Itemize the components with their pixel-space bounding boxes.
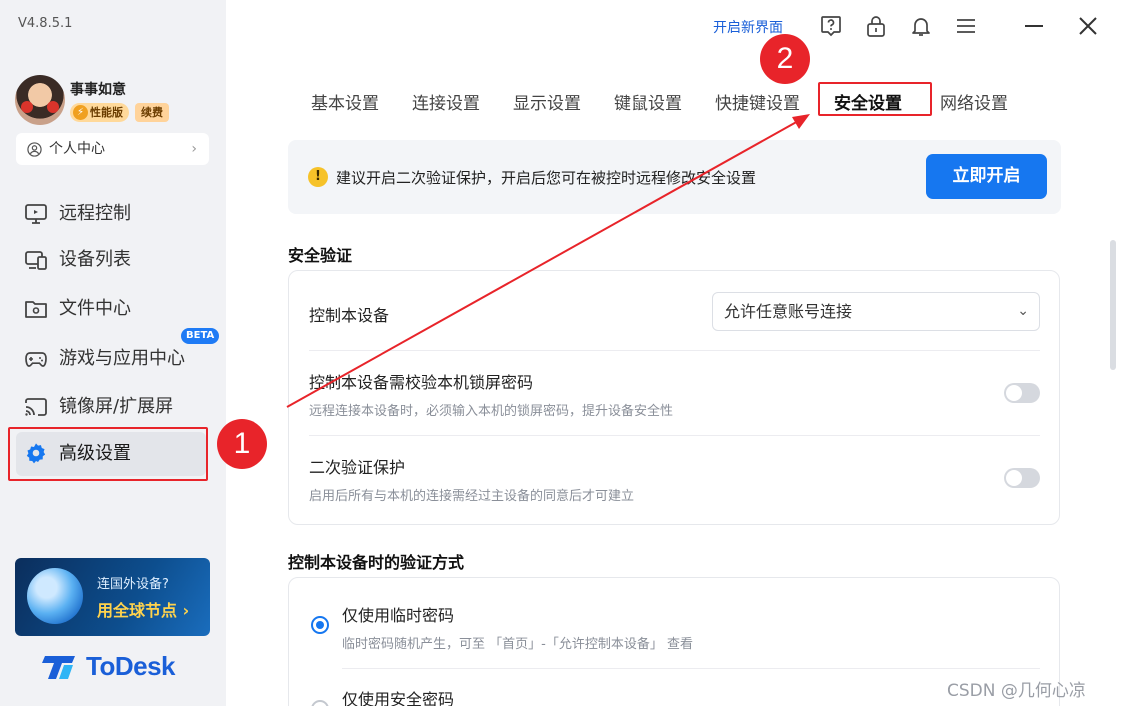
sidebar-item-mirror-screen[interactable]: 镜像屏/扩展屏 [16, 385, 206, 429]
sidebar-item-device-list[interactable]: 设备列表 [16, 238, 206, 282]
help-icon[interactable] [819, 14, 843, 38]
divider [342, 668, 1040, 669]
section-title-verification-method: 控制本设备时的验证方式 [288, 553, 465, 572]
todesk-logo-icon [42, 656, 75, 679]
radio-temp-password[interactable] [311, 616, 329, 634]
annotation-highlight-2 [818, 82, 932, 116]
sidebar-item-label: 远程控制 [59, 203, 131, 224]
tab-basic[interactable]: 基本设置 [311, 89, 379, 114]
tier-badge[interactable]: ⚡ 性能版 [70, 103, 129, 122]
sidebar: V4.8.5.1 事事如意 ⚡ 性能版 续费 个人中心 › 远程控制 设备列表 [0, 0, 226, 706]
sidebar-item-game-app-center[interactable]: 游戏与应用中心 [16, 337, 206, 381]
lock-password-toggle[interactable] [1004, 383, 1040, 403]
promo-line1: 连国外设备? [97, 577, 169, 592]
cast-icon [25, 398, 47, 416]
minimize-icon[interactable] [1022, 14, 1046, 38]
control-device-select[interactable]: 允许任意账号连接 ⌄ [712, 292, 1040, 331]
globe-icon [27, 568, 83, 624]
sidebar-item-label: 文件中心 [59, 298, 131, 319]
annotation-marker-2: 2 [760, 34, 810, 84]
sidebar-item-file-center[interactable]: 文件中心 [16, 287, 206, 331]
chevron-right-icon: › [191, 141, 197, 157]
monitor-icon [25, 204, 47, 224]
close-icon[interactable] [1076, 14, 1100, 38]
lock-password-label: 控制本设备需校验本机锁屏密码 [309, 373, 534, 392]
security-card: 控制本设备 允许任意账号连接 ⌄ 控制本设备需校验本机锁屏密码 远程连接本设备时… [288, 270, 1060, 525]
divider [309, 435, 1040, 436]
temp-password-desc: 临时密码随机产生，可至 「首页」-「允许控制本设备」 查看 [342, 637, 693, 652]
divider [309, 350, 1040, 351]
gamepad-icon [25, 352, 47, 367]
warning-icon: ! [308, 167, 328, 187]
beta-badge: BETA [181, 328, 220, 344]
profile-center-link[interactable]: 个人中心 › [16, 133, 209, 165]
menu-icon[interactable] [954, 14, 978, 38]
lock-password-desc: 远程连接本设备时，必须输入本机的锁屏密码，提升设备安全性 [309, 404, 674, 419]
tab-keyboard-mouse[interactable]: 键鼠设置 [614, 89, 682, 114]
global-node-promo[interactable]: 连国外设备? 用全球节点 › [15, 558, 210, 636]
verification-method-card: 仅使用临时密码 临时密码随机产生，可至 「首页」-「允许控制本设备」 查看 仅使… [288, 577, 1060, 706]
tab-connection[interactable]: 连接设置 [412, 89, 480, 114]
lock-icon[interactable] [864, 14, 888, 38]
sidebar-item-remote-control[interactable]: 远程控制 [16, 192, 206, 236]
banner-message: 建议开启二次验证保护，开启后您可在被控时远程修改安全设置 [336, 169, 757, 187]
scrollbar[interactable] [1110, 240, 1116, 370]
devices-icon [25, 251, 47, 270]
two-factor-desc: 启用后所有与本机的连接需经过主设备的同意后才可建立 [309, 489, 635, 504]
watermark: CSDN @几何心凉 [947, 681, 1086, 701]
control-device-value: 允许任意账号连接 [724, 302, 853, 321]
username: 事事如意 [70, 82, 126, 98]
sidebar-item-label: 游戏与应用中心 [59, 348, 185, 369]
avatar[interactable] [15, 75, 65, 125]
two-factor-toggle[interactable] [1004, 468, 1040, 488]
brand-name: ToDesk [86, 651, 176, 681]
tab-network[interactable]: 网络设置 [940, 89, 1008, 114]
two-factor-label: 二次验证保护 [309, 458, 406, 477]
tab-display[interactable]: 显示设置 [513, 89, 581, 114]
sidebar-item-label: 设备列表 [59, 249, 131, 270]
two-factor-banner: ! 建议开启二次验证保护，开启后您可在被控时远程修改安全设置 立即开启 [288, 140, 1061, 214]
sidebar-item-label: 镜像屏/扩展屏 [59, 396, 174, 417]
bolt-icon: ⚡ [73, 105, 88, 120]
profile-center-label: 个人中心 [49, 141, 105, 157]
control-device-label: 控制本设备 [309, 306, 390, 325]
user-circle-icon [27, 142, 42, 157]
annotation-marker-1: 1 [217, 419, 267, 469]
folder-icon [25, 301, 47, 318]
secure-password-label: 仅使用安全密码 [342, 690, 455, 706]
renew-badge[interactable]: 续费 [135, 103, 169, 122]
app-version: V4.8.5.1 [18, 16, 73, 31]
radio-secure-password[interactable] [311, 700, 329, 706]
tab-shortcuts[interactable]: 快捷键设置 [715, 89, 800, 114]
tier-badge-label: 性能版 [90, 106, 123, 119]
annotation-highlight-1 [8, 427, 208, 481]
chevron-down-icon: ⌄ [1017, 303, 1029, 319]
section-title-security: 安全验证 [288, 246, 353, 265]
promo-line2: 用全球节点 › [97, 601, 190, 620]
enable-now-button[interactable]: 立即开启 [926, 154, 1047, 199]
temp-password-label: 仅使用临时密码 [342, 606, 455, 625]
bell-icon[interactable] [909, 14, 933, 38]
new-ui-link[interactable]: 开启新界面 [713, 17, 783, 37]
